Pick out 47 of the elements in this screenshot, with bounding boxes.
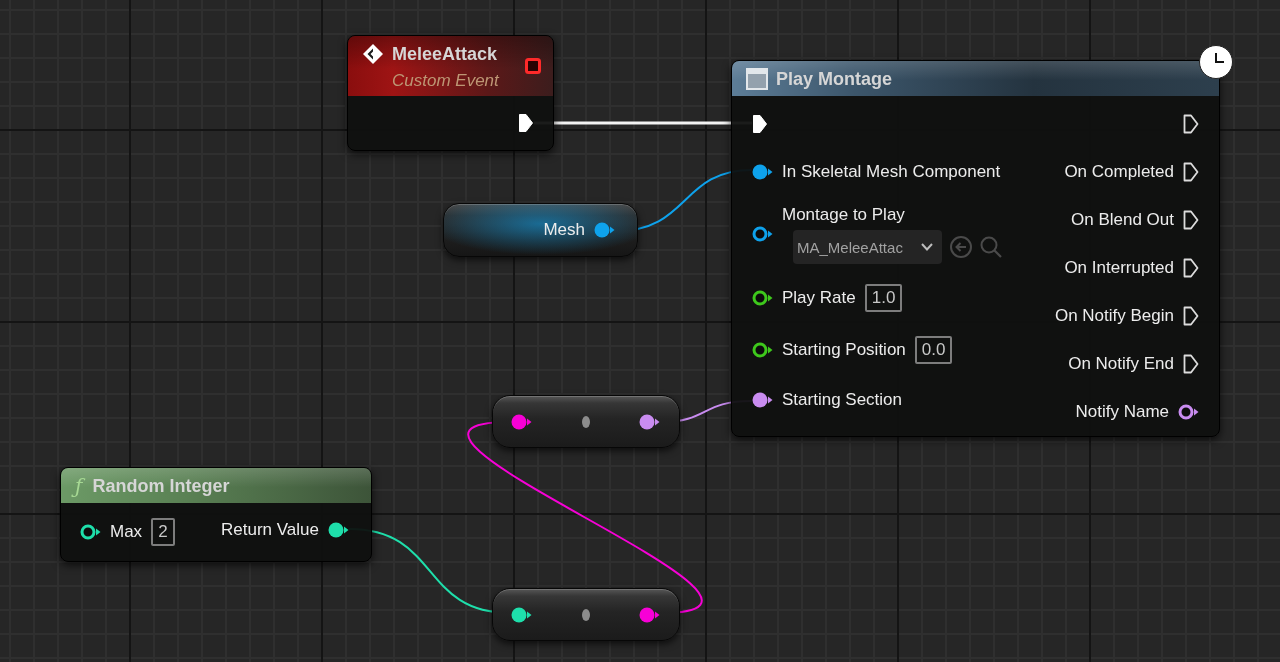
pin-label: On Notify Begin [1054, 305, 1174, 327]
pin-label: On Blend Out [1071, 209, 1174, 231]
data-pin-icon[interactable] [594, 221, 615, 239]
pin-label: On Notify End [1068, 353, 1174, 375]
data-pin-icon[interactable] [1178, 403, 1199, 421]
data-pin-icon[interactable] [752, 163, 773, 181]
data-pin-icon[interactable] [752, 289, 773, 307]
number-field[interactable]: 1.0 [864, 284, 903, 312]
dot-icon [581, 415, 590, 428]
exec-pin-icon[interactable] [1183, 306, 1199, 326]
pin-label: Starting Section [782, 389, 902, 411]
number-field[interactable]: 0.0 [914, 336, 953, 364]
caret-icon [921, 243, 933, 251]
window-icon [746, 67, 768, 90]
asset-dropdown[interactable]: MA_MeleeAttac [793, 230, 942, 264]
pin-label: On Interrupted [1064, 257, 1174, 279]
node-title: MeleeAttack [392, 43, 499, 65]
pin-label: Starting Position [782, 339, 906, 361]
delegate-pin-icon[interactable] [525, 58, 541, 74]
exec-pin-icon[interactable] [1183, 258, 1199, 278]
node-title: Random Integer [92, 474, 230, 497]
data-pin-icon[interactable] [752, 391, 773, 409]
pin-label: Return Value [221, 519, 319, 541]
data-pin-icon[interactable] [328, 521, 349, 539]
data-pin-icon[interactable] [639, 412, 660, 431]
pin-label: Max [110, 521, 143, 543]
node-title: Play Montage [776, 67, 893, 90]
pin-label: Montage to Play [782, 204, 906, 226]
pin-label: Notify Name [1075, 401, 1169, 423]
node-subtitle: Custom Event [392, 70, 499, 92]
pin-label: Play Rate [782, 287, 856, 309]
dot-icon [581, 608, 590, 621]
data-pin-icon[interactable] [639, 605, 660, 624]
exec-pin-icon[interactable] [1183, 114, 1199, 134]
pin-label: In Skeletal Mesh Component [782, 161, 1001, 183]
data-pin-icon[interactable] [752, 341, 773, 359]
data-pin-icon[interactable] [80, 523, 101, 541]
exec-pin-icon[interactable] [1183, 354, 1199, 374]
variable-label: Mesh [543, 219, 585, 241]
exec-pin-icon[interactable] [1183, 210, 1199, 230]
data-pin-icon[interactable] [511, 412, 532, 431]
exec-pin-icon[interactable] [1183, 162, 1199, 182]
number-field[interactable]: 2 [151, 518, 175, 546]
pin-label: On Completed [1064, 161, 1174, 183]
diamond-icon [362, 43, 384, 65]
data-pin-icon[interactable] [511, 605, 532, 624]
data-pin-icon[interactable] [752, 225, 773, 243]
